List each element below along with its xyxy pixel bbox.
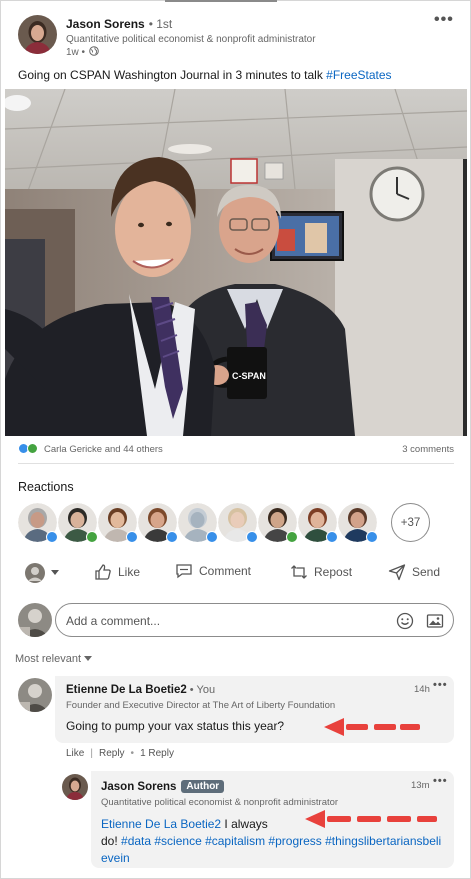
repost-label: Repost <box>314 565 353 579</box>
reactor-avatar[interactable] <box>58 503 98 543</box>
you-label: • You <box>189 684 216 696</box>
post-text: Going on CSPAN Washington Journal in 3 m… <box>18 68 392 82</box>
my-avatar-icon <box>25 563 45 583</box>
reactor-avatar[interactable] <box>338 503 378 543</box>
comment-time: 14h <box>414 684 430 695</box>
annotation-arrow <box>305 810 437 828</box>
comments-count[interactable]: 3 comments <box>402 444 454 455</box>
reply-text-part: do! <box>101 834 122 848</box>
caret-down-icon <box>84 656 93 661</box>
commenter-headline: Founder and Executive Director at The Ar… <box>66 700 336 711</box>
like-icon <box>166 531 178 543</box>
globe-icon <box>89 46 99 59</box>
post-time: 1w • <box>66 47 86 58</box>
mug-text: C-SPAN <box>232 371 266 381</box>
sort-dropdown[interactable]: Most relevant <box>15 653 93 665</box>
more-reactions-button[interactable]: +37 <box>391 503 430 542</box>
reactors-text: Carla Gericke and 44 others <box>44 443 163 455</box>
post-more-icon[interactable]: ••• <box>434 11 454 29</box>
reply-text-part: I always <box>221 817 268 831</box>
hashtag-links[interactable]: #data #science #capitalism #progress #th… <box>121 834 441 848</box>
reply-time: 13m <box>411 780 430 791</box>
reply-author-name[interactable]: Jason Sorens Author <box>101 780 225 793</box>
reactor-avatar[interactable] <box>98 503 138 543</box>
comment-icon <box>176 564 192 579</box>
reactors-summary[interactable]: Carla Gericke and 44 others <box>18 443 163 455</box>
like-icon <box>46 531 58 543</box>
social-counts: Carla Gericke and 44 others 3 comments <box>18 443 454 457</box>
commenter-avatar[interactable] <box>18 678 52 712</box>
comment-actions: Like | Reply • 1 Reply <box>66 748 174 759</box>
reply-author-avatar[interactable] <box>62 774 88 800</box>
connection-degree: • 1st <box>148 17 173 31</box>
separator: • <box>130 748 135 759</box>
reactor-avatar[interactable] <box>298 503 338 543</box>
comment-reply-button[interactable]: Reply <box>99 748 125 759</box>
send-icon <box>388 564 406 581</box>
reactor-avatar[interactable] <box>218 503 258 543</box>
replies-count[interactable]: 1 Reply <box>140 748 174 759</box>
comment-placeholder: Add a comment... <box>66 614 161 628</box>
send-label: Send <box>412 565 441 579</box>
commenter-name[interactable]: Etienne De La Boetie2 • You <box>66 684 215 696</box>
reactor-avatar[interactable] <box>178 503 218 543</box>
repost-icon <box>291 565 307 579</box>
like-button[interactable]: Like <box>94 563 140 581</box>
mention-link[interactable]: Etienne De La Boetie2 <box>101 817 221 831</box>
reaction-avatar-selector[interactable] <box>25 563 59 583</box>
reply-author-headline: Quantitative political economist & nonpr… <box>101 797 339 808</box>
repost-button[interactable]: Repost <box>290 563 352 581</box>
comment-like-button[interactable]: Like <box>66 748 84 759</box>
action-bar: Like Comment Repost Send <box>18 560 458 588</box>
hashtag-link-cont[interactable]: evein <box>101 851 130 865</box>
like-icon <box>246 531 258 543</box>
like-icon <box>326 531 338 543</box>
like-icon <box>206 531 218 543</box>
hashtag-link[interactable]: #FreeStates <box>326 68 391 82</box>
comment-input[interactable]: Add a comment... <box>55 603 454 637</box>
emoji-icon[interactable] <box>396 612 414 633</box>
reactor-avatar[interactable] <box>138 503 178 543</box>
image-icon[interactable] <box>426 612 444 633</box>
post-meta: 1w • <box>66 46 99 59</box>
author-badge: Author <box>181 780 225 793</box>
reply-more-icon[interactable]: ••• <box>433 775 448 787</box>
like-label: Like <box>118 565 141 579</box>
like-icon <box>366 531 378 543</box>
scroll-indicator <box>165 0 277 2</box>
thumb-up-icon <box>95 564 111 580</box>
comment-text: Going to pump your vax status this year? <box>66 719 285 733</box>
comment-more-icon[interactable]: ••• <box>433 679 448 691</box>
author-avatar[interactable] <box>18 15 57 54</box>
comment-button[interactable]: Comment <box>175 563 251 579</box>
like-icon <box>126 531 138 543</box>
my-avatar <box>18 603 52 637</box>
author-name[interactable]: Jason Sorens • 1st <box>66 17 172 31</box>
comment-label: Comment <box>199 564 252 578</box>
post-image[interactable]: C-SPAN <box>5 89 467 436</box>
celebrate-icon <box>286 531 298 543</box>
celebrate-icon <box>27 443 38 454</box>
annotation-arrow <box>324 718 420 736</box>
separator: | <box>90 748 93 759</box>
celebrate-icon <box>86 531 98 543</box>
send-button[interactable]: Send <box>388 563 440 581</box>
author-headline: Quantitative political economist & nonpr… <box>66 34 316 45</box>
reactor-avatar[interactable] <box>258 503 298 543</box>
sort-label: Most relevant <box>15 653 82 665</box>
divider <box>18 463 454 464</box>
chevron-down-icon <box>51 570 59 575</box>
reactor-avatar[interactable] <box>18 503 58 543</box>
reactions-title: Reactions <box>18 480 74 494</box>
